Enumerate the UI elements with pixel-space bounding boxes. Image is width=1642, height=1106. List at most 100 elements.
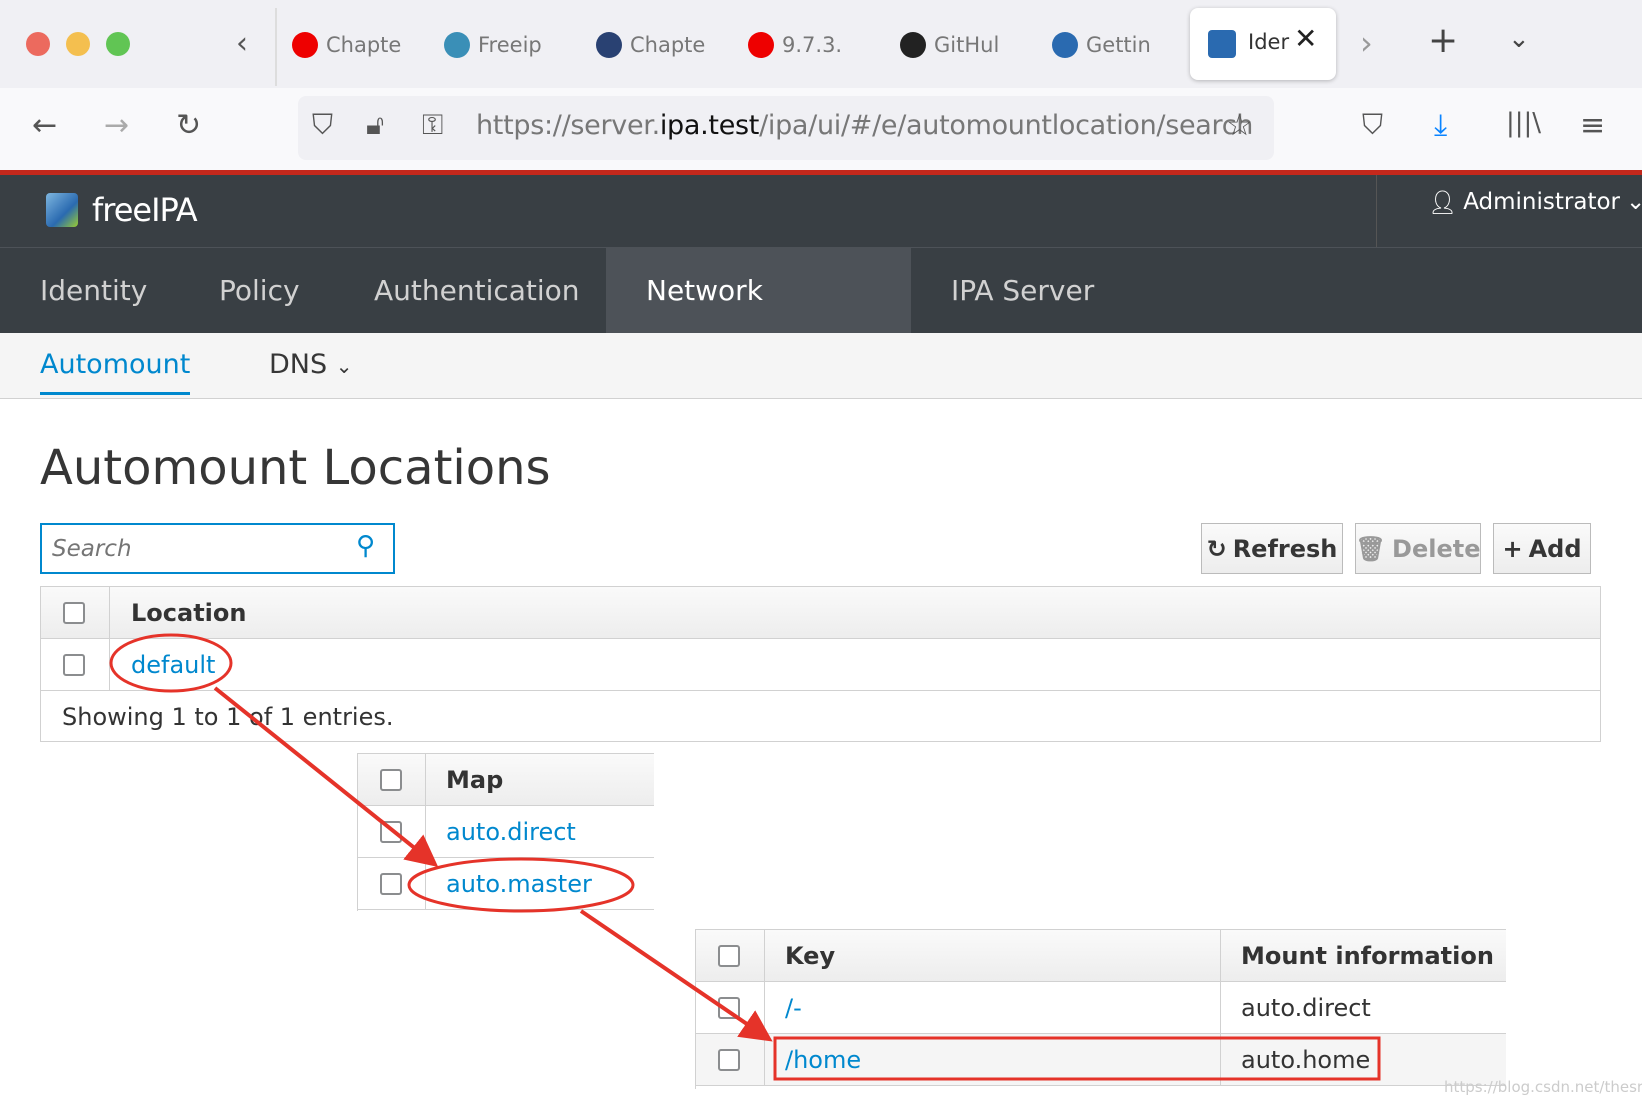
- table-row: /- auto.direct: [696, 982, 1506, 1034]
- nav-ipa-server[interactable]: IPA Server: [911, 248, 1134, 334]
- column-header-location[interactable]: Location: [131, 599, 246, 627]
- tab-active[interactable]: Ider ✕: [1190, 8, 1336, 80]
- url-path: /ipa/ui/#/e/automountlocation/search: [759, 110, 1254, 141]
- chevron-down-icon: ⌄: [335, 354, 353, 378]
- tab-label: 9.7.3.: [782, 33, 843, 57]
- user-icon: 👤︎: [1428, 190, 1458, 216]
- subnav-dns[interactable]: DNS ⌄: [269, 349, 353, 380]
- nav-authentication[interactable]: Authentication: [334, 248, 620, 334]
- map-link-auto-master[interactable]: auto.master: [446, 870, 592, 898]
- list-tabs-icon[interactable]: ⌄: [1508, 24, 1530, 54]
- tabs-scroll-right-icon[interactable]: ›: [1360, 24, 1373, 62]
- divider: [764, 982, 765, 1033]
- tab-label: Chapte: [630, 33, 706, 57]
- key-icon[interactable]: ⚿: [422, 108, 443, 142]
- divider: [764, 1034, 765, 1085]
- column-header-key[interactable]: Key: [785, 942, 1220, 970]
- forward-icon[interactable]: →: [104, 108, 129, 143]
- tab-label: Ider: [1248, 30, 1290, 54]
- divider: [1220, 1034, 1221, 1085]
- redhat-icon: [748, 32, 774, 58]
- back-icon[interactable]: ←: [32, 108, 57, 143]
- nav-identity[interactable]: Identity: [0, 248, 187, 334]
- search-input[interactable]: [52, 533, 332, 565]
- divider: [425, 858, 426, 909]
- chevron-down-icon: ⌄: [1626, 189, 1642, 215]
- table-header: Map: [358, 754, 654, 806]
- column-header-map[interactable]: Map: [446, 766, 503, 794]
- nav-policy[interactable]: Policy: [179, 248, 340, 334]
- add-button[interactable]: + Add: [1493, 523, 1591, 574]
- keys-table: Key Mount information /- auto.direct /ho…: [695, 929, 1506, 1089]
- downloads-icon[interactable]: ⤓: [1434, 108, 1447, 143]
- reload-icon[interactable]: ↻: [176, 108, 201, 143]
- url-text[interactable]: https://server.ipa.test/ipa/ui/#/e/autom…: [476, 110, 1253, 141]
- divider: [109, 587, 110, 638]
- select-all-checkbox[interactable]: [718, 944, 740, 967]
- table-footer: Showing 1 to 1 of 1 entries.: [41, 691, 1600, 742]
- table-header: Location: [41, 587, 1600, 639]
- key-link[interactable]: /-: [785, 994, 1220, 1022]
- tab[interactable]: Chapte: [596, 22, 716, 68]
- user-menu[interactable]: 👤︎ Administrator ⌄: [1428, 189, 1642, 216]
- insecure-lock-icon[interactable]: 🔓︎: [366, 108, 384, 142]
- tabs-scroll-left-icon[interactable]: ‹: [236, 26, 248, 61]
- row-checkbox[interactable]: [380, 820, 402, 843]
- delete-label: Delete: [1392, 534, 1481, 563]
- location-link-default[interactable]: default: [131, 651, 215, 679]
- delete-button[interactable]: 🗑︎ Delete: [1355, 523, 1481, 574]
- tab[interactable]: Gettin: [1052, 22, 1172, 68]
- app-header: freeIPA 👤︎ Administrator ⌄: [0, 175, 1642, 247]
- key-link[interactable]: /home: [785, 1046, 1220, 1074]
- row-checkbox[interactable]: [718, 1048, 740, 1071]
- menu-icon[interactable]: ≡: [1580, 108, 1605, 143]
- pocket-icon[interactable]: ⛉: [1362, 108, 1383, 142]
- tab[interactable]: Chapte: [292, 22, 412, 68]
- tab[interactable]: 9.7.3.: [748, 22, 868, 68]
- bookmark-star-icon[interactable]: ☆: [1226, 108, 1253, 143]
- minimize-window-button[interactable]: [66, 32, 90, 56]
- search-icon[interactable]: ⚲: [356, 531, 375, 561]
- tab[interactable]: GitHul: [900, 22, 1020, 68]
- trash-icon: 🗑︎: [1355, 534, 1387, 563]
- new-tab-icon[interactable]: +: [1428, 20, 1458, 61]
- url-host: ipa.test: [659, 110, 760, 141]
- subnav-automount[interactable]: Automount: [40, 349, 191, 395]
- table-row: /home auto.home: [696, 1034, 1506, 1086]
- page-title: Automount Locations: [40, 440, 551, 496]
- redhat-icon: [292, 32, 318, 58]
- table-row: auto.master: [358, 858, 654, 910]
- library-icon[interactable]: |||\: [1506, 108, 1541, 138]
- pagination-info: Showing 1 to 1 of 1 entries.: [62, 702, 394, 731]
- user-name: Administrator: [1463, 189, 1620, 215]
- close-tab-icon[interactable]: ✕: [1294, 22, 1317, 55]
- select-all-checkbox[interactable]: [380, 768, 402, 791]
- column-header-mount-information[interactable]: Mount information: [1241, 942, 1494, 970]
- watermark: https://blog.csdn.net/thesre: [1444, 1078, 1642, 1096]
- freeipa-diamond-icon: [444, 32, 470, 58]
- refresh-icon: ↻: [1206, 534, 1227, 563]
- nav-network-services[interactable]: Network Services: [606, 248, 911, 393]
- divider: [1376, 175, 1377, 247]
- freeipa-cube-icon: [1208, 30, 1236, 58]
- freeipa-logo-icon: [46, 193, 78, 227]
- map-link-auto-direct[interactable]: auto.direct: [446, 818, 576, 846]
- table-row: auto.direct: [358, 806, 654, 858]
- divider: [109, 639, 110, 690]
- mount-info: auto.home: [1241, 1045, 1371, 1074]
- table-header: Key Mount information: [696, 930, 1506, 982]
- row-checkbox[interactable]: [63, 653, 85, 676]
- select-all-checkbox[interactable]: [63, 601, 85, 624]
- maximize-window-button[interactable]: [106, 32, 130, 56]
- diamond-icon: [1052, 32, 1078, 58]
- shield-icon[interactable]: ⛉: [312, 108, 333, 142]
- tab[interactable]: Freeip: [444, 22, 564, 68]
- url-prefix: https://server.: [476, 110, 660, 141]
- refresh-button[interactable]: ↻ Refresh: [1201, 523, 1343, 574]
- divider: [425, 806, 426, 857]
- row-checkbox[interactable]: [380, 872, 402, 895]
- divider: [764, 930, 765, 981]
- divider: [425, 754, 426, 805]
- close-window-button[interactable]: [26, 32, 50, 56]
- row-checkbox[interactable]: [718, 996, 740, 1019]
